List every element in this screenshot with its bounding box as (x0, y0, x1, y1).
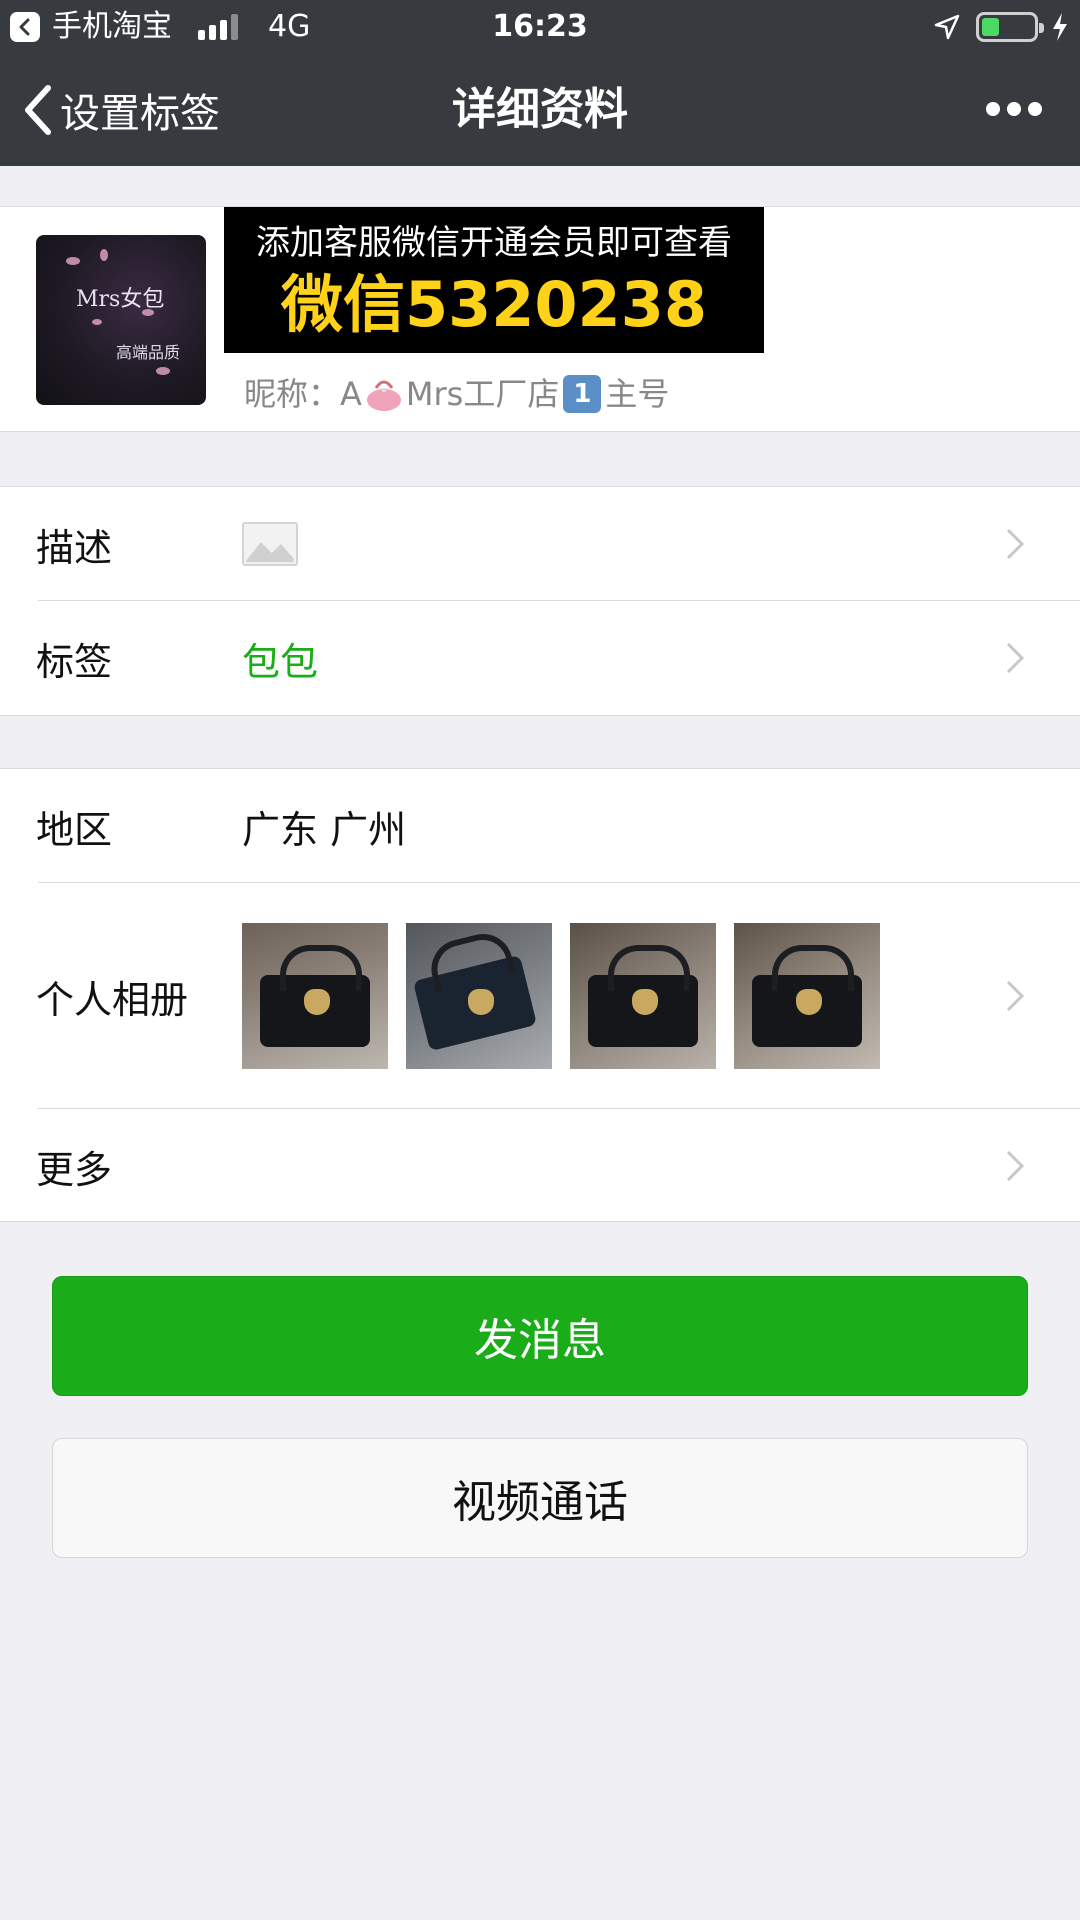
chevron-right-icon (1006, 980, 1025, 1012)
nickname-suffix: 主号 (605, 375, 670, 413)
more-label: 更多 (36, 1147, 113, 1192)
album-photo[interactable] (242, 923, 388, 1069)
tag-value: 包包 (242, 639, 319, 684)
chevron-right-icon (1006, 1150, 1025, 1182)
location-arrow-icon (934, 14, 960, 40)
profile-card: Mrs女包 高端品质 添加客服微信开通会员即可查看 微信5320238 昵称：A… (0, 206, 1080, 432)
region-row: 地区 广东 广州 (0, 769, 1080, 883)
album-photo[interactable] (406, 923, 552, 1069)
purse-emoji-icon (366, 380, 401, 411)
nickname-mid: Mrs工厂店 (405, 375, 560, 413)
avatar-brand-text: Mrs女包 (76, 287, 165, 312)
region-label: 地区 (36, 807, 113, 852)
status-time: 16:23 (492, 9, 588, 44)
tag-row[interactable]: 标签 包包 (0, 601, 1080, 715)
chevron-right-icon (1006, 528, 1025, 560)
info-group-2: 地区 广东 广州 个人相册 更多 (0, 768, 1080, 1222)
region-value: 广东 广州 (242, 807, 407, 852)
album-photo[interactable] (570, 923, 716, 1069)
chevron-right-icon (1006, 642, 1025, 674)
image-placeholder-icon (242, 522, 298, 566)
battery-fill (982, 18, 999, 36)
promo-line-1: 添加客服微信开通会员即可查看 (256, 223, 732, 263)
number-badge: 1 (563, 375, 602, 413)
status-bar: 手机淘宝 4G 16:23 (0, 0, 1080, 54)
more-row[interactable]: 更多 (0, 1109, 1080, 1223)
description-row[interactable]: 描述 (0, 487, 1080, 601)
page-title: 详细资料 (452, 84, 628, 135)
promo-overlay: 添加客服微信开通会员即可查看 微信5320238 (224, 207, 764, 353)
avatar-sub-text: 高端品质 (116, 343, 181, 362)
charging-icon (1053, 13, 1067, 41)
nickname-prefix: 昵称：A (244, 375, 362, 413)
battery-icon (976, 12, 1044, 42)
album-label: 个人相册 (36, 977, 189, 1022)
promo-line-2: 微信5320238 (281, 268, 707, 341)
send-message-button[interactable]: 发消息 (52, 1276, 1028, 1396)
nickname: 昵称：A Mrs工厂店 1 主号 (244, 373, 669, 415)
description-label: 描述 (36, 525, 113, 570)
video-call-button[interactable]: 视频通话 (52, 1438, 1028, 1558)
nav-bar: 设置标签 详细资料 (0, 54, 1080, 166)
tag-label: 标签 (36, 639, 113, 684)
info-group-1: 描述 标签 包包 (0, 486, 1080, 716)
album-photo[interactable] (734, 923, 880, 1069)
top-bar: 手机淘宝 4G 16:23 设置标签 详细资料 (0, 0, 1080, 166)
more-options-icon[interactable] (986, 98, 1042, 120)
avatar[interactable]: Mrs女包 高端品质 (36, 235, 206, 405)
album-thumbnails (242, 923, 880, 1069)
album-row[interactable]: 个人相册 (0, 883, 1080, 1109)
